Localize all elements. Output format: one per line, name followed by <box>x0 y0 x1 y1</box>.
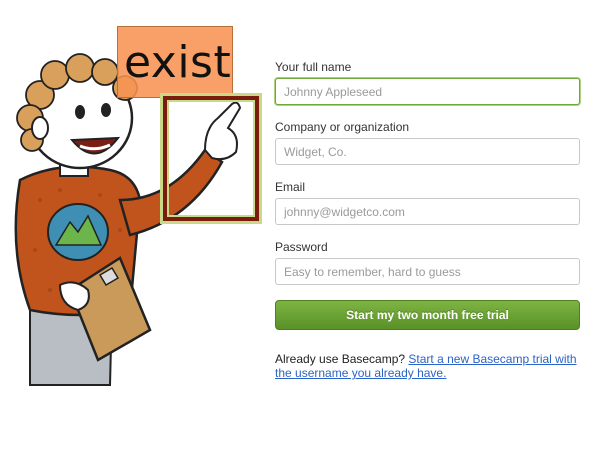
email-field[interactable] <box>275 198 580 225</box>
signup-page: exist Your full name Company or organiza… <box>0 0 600 450</box>
email-label: Email <box>275 180 306 194</box>
company-label: Company or organization <box>275 120 410 134</box>
start-trial-button[interactable]: Start my two month free trial <box>275 300 580 330</box>
existing-user-prefix: Already use Basecamp? <box>275 352 406 366</box>
company-field[interactable] <box>275 138 580 165</box>
full-name-field[interactable] <box>275 78 580 105</box>
password-label: Password <box>275 240 328 254</box>
full-name-label: Your full name <box>275 60 352 74</box>
signup-form: Your full name Company or organization E… <box>275 60 580 380</box>
existing-user-note: Already use Basecamp? Start a new Baseca… <box>275 352 580 380</box>
annotation-highlight-box <box>163 96 259 221</box>
password-field[interactable] <box>275 258 580 285</box>
annotation-label: exist <box>117 26 233 98</box>
